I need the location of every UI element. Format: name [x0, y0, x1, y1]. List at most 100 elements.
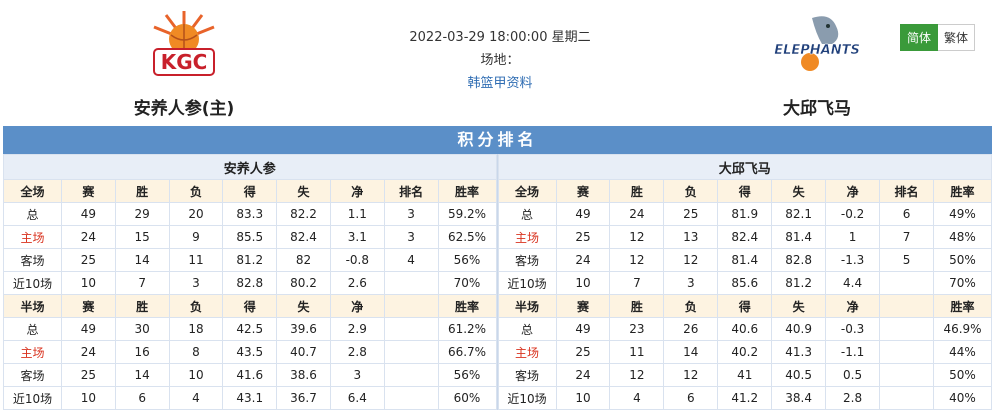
standings-title: 积分排名 [3, 126, 992, 154]
home-half-cell [383, 317, 439, 341]
home-half-cell: 6.4 [329, 386, 385, 410]
home-team-header-row: 安养人参 [3, 154, 497, 180]
home-half-cell: 10 [168, 363, 224, 387]
away-full-header-row: 全场赛胜负得失净排名 胜率 [497, 179, 992, 203]
home-full-cell: 15 [114, 225, 170, 249]
home-full-cell: 4 [383, 248, 439, 272]
away-full-cell: 客场 [497, 248, 557, 272]
home-full-cell: 1.1 [329, 202, 385, 226]
away-full-cell: -1.3 [825, 248, 881, 272]
home-full-cell: 3 [383, 225, 439, 249]
home-full-cell: 近10场 [3, 271, 62, 295]
home-full-cell: 11 [168, 248, 224, 272]
away-full-cell: 25 [663, 202, 719, 226]
away-full-cell: 10 [555, 271, 611, 295]
away-half-cell: 40% [933, 386, 992, 410]
away-half-col-header: 净 [825, 294, 881, 318]
home-half-cell: 16 [114, 340, 170, 364]
home-full-col-header: 赛 [61, 179, 116, 203]
away-half-cell: 12 [663, 363, 719, 387]
away-half-cell: 41.3 [771, 340, 827, 364]
home-full-col-header: 胜率 [437, 179, 497, 203]
home-team-header: 安养人参 [3, 154, 497, 180]
home-half-cell: 66.7% [437, 340, 497, 364]
away-standings: 大邱飞马 全场赛胜负得失净排名 胜率总 49 24 25 81.9 82.1 -0.2 6 49% 主… [496, 154, 992, 410]
away-team-name[interactable]: 大邱飞马 [717, 94, 917, 119]
away-full-cell: 50% [933, 248, 992, 272]
away-half-cell [879, 363, 934, 387]
home-full-cell: 24 [61, 225, 116, 249]
away-team-header-row: 大邱飞马 [497, 154, 992, 180]
home-full-col-header: 胜 [114, 179, 170, 203]
home-full-cell: 59.2% [437, 202, 497, 226]
home-team-name[interactable]: 安养人参(主) [84, 94, 284, 119]
home-half-cell: 14 [114, 363, 170, 387]
away-full-cell: 24 [555, 248, 611, 272]
away-full-col-header: 净 [825, 179, 881, 203]
away-full-cell: 1 [825, 225, 881, 249]
away-full-cell: 49% [933, 202, 992, 226]
away-full-row: 主场 25 12 13 82.4 81.4 1 7 48% [497, 225, 992, 249]
away-half-cell: 11 [609, 340, 665, 364]
away-half-header-row: 半场赛胜负得失净 胜率 [497, 294, 992, 318]
away-full-cell: 25 [555, 225, 611, 249]
away-full-cell: 70% [933, 271, 992, 295]
away-team-logo[interactable]: ELEPHANTS [717, 0, 917, 90]
away-half-cell: 49 [555, 317, 611, 341]
home-full-cell: 82.8 [222, 271, 278, 295]
away-half-cell [879, 340, 934, 364]
home-full-cell: 2.6 [329, 271, 385, 295]
away-half-cell: 26 [663, 317, 719, 341]
league-info-link[interactable]: 韩篮甲资料 [467, 76, 532, 91]
home-half-cell: 41.6 [222, 363, 278, 387]
away-full-cell: 7 [609, 271, 665, 295]
home-half-cell: 43.5 [222, 340, 278, 364]
home-half-cell: 49 [61, 317, 116, 341]
match-info: 2022-03-29 18:00:00 星期二 场地： 韩篮甲资料 [350, 26, 650, 95]
away-full-cell: 3 [663, 271, 719, 295]
home-half-cell: 38.6 [276, 363, 331, 387]
away-half-col-header: 赛 [555, 294, 611, 318]
home-full-header-row: 全场赛胜负得失净排名 胜率 [3, 179, 497, 203]
away-full-cell: -0.2 [825, 202, 881, 226]
home-full-cell: 9 [168, 225, 224, 249]
lang-simplified-button[interactable]: 简体 [900, 24, 939, 51]
home-team-logo[interactable]: KGC [84, 0, 284, 90]
away-standings-table: 大邱飞马 全场赛胜负得失净排名 胜率总 49 24 25 81.9 82.1 -0.2 6 49% 主… [497, 154, 992, 410]
home-half-cell: 2.9 [329, 317, 385, 341]
away-full-col-header: 赛 [555, 179, 611, 203]
lang-traditional-button[interactable]: 繁体 [938, 24, 976, 51]
away-half-cell [879, 317, 934, 341]
away-half-cell: 41.2 [717, 386, 773, 410]
away-full-col-header: 负 [663, 179, 719, 203]
away-half-cell: 40.2 [717, 340, 773, 364]
away-full-cell: 7 [879, 225, 934, 249]
home-standings: 安养人参 全场赛胜负得失净排名 胜率总 49 29 20 83.3 82.2 1.1 3 59.2%… [3, 154, 497, 410]
home-full-cell: 80.2 [276, 271, 331, 295]
home-half-cell: 42.5 [222, 317, 278, 341]
home-half-cell: 40.7 [276, 340, 331, 364]
away-team-header: 大邱飞马 [497, 154, 992, 180]
home-full-cell: -0.8 [329, 248, 385, 272]
away-full-cell: 82.8 [771, 248, 827, 272]
away-half-cell: 38.4 [771, 386, 827, 410]
away-full-cell: 主场 [497, 225, 557, 249]
home-full-row: 总 49 29 20 83.3 82.2 1.1 3 59.2% [3, 202, 497, 226]
home-full-cell: 70% [437, 271, 497, 295]
home-half-col-header: 负 [168, 294, 224, 318]
away-half-cell: 4 [609, 386, 665, 410]
away-half-col-header: 胜率 [933, 294, 992, 318]
language-toggle: 简体 繁体 [900, 24, 976, 51]
home-half-cell: 近10场 [3, 386, 62, 410]
away-full-row: 客场 24 12 12 81.4 82.8 -1.3 5 50% [497, 248, 992, 272]
away-full-row: 近10场 10 7 3 85.6 81.2 4.4 70% [497, 271, 992, 295]
home-half-cell [383, 386, 439, 410]
home-half-cell: 总 [3, 317, 62, 341]
home-full-cell: 总 [3, 202, 62, 226]
away-full-cell: 48% [933, 225, 992, 249]
home-full-cell: 29 [114, 202, 170, 226]
home-full-col-header: 负 [168, 179, 224, 203]
home-half-cell: 36.7 [276, 386, 331, 410]
away-full-cell: 81.4 [771, 225, 827, 249]
away-full-cell: 85.6 [717, 271, 773, 295]
